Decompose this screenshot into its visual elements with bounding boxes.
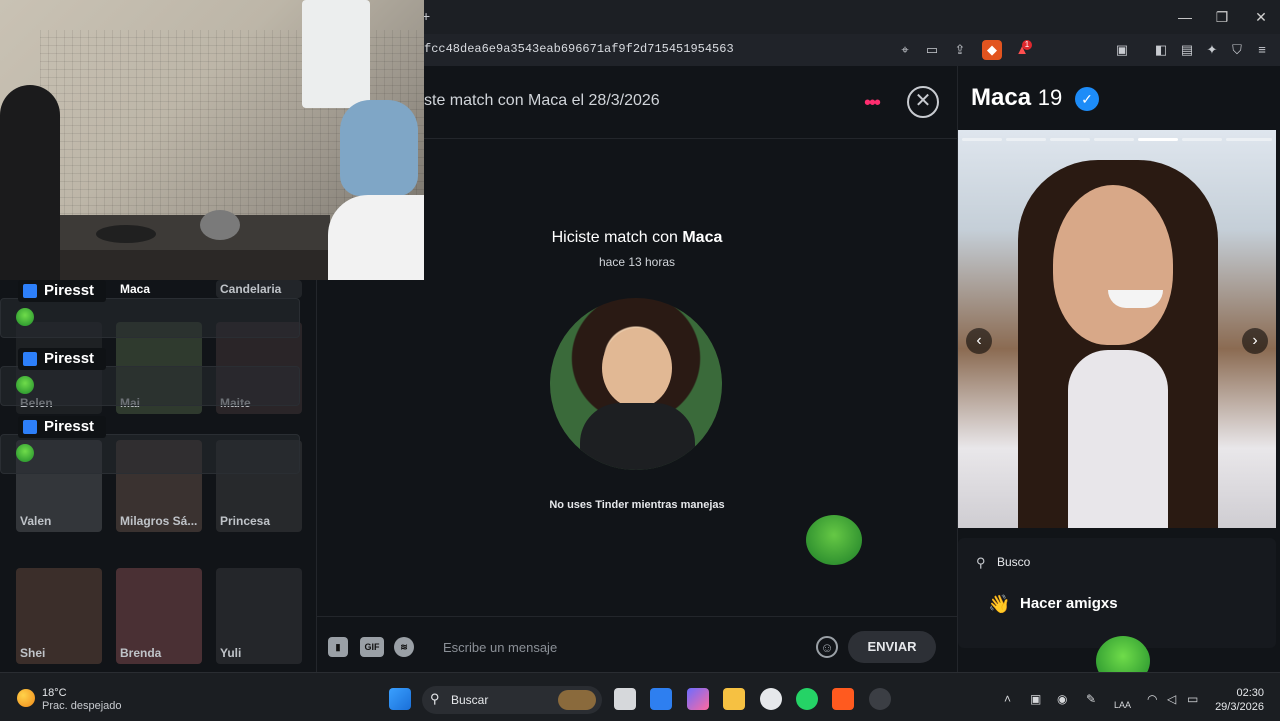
spotify-icon[interactable]: ≋ <box>394 637 414 657</box>
match-thumb[interactable]: Brenda <box>116 568 202 664</box>
chat-header-title: ste match con Maca el 28/3/2026 <box>424 92 660 109</box>
weather-temp[interactable]: 18°C <box>42 687 67 699</box>
profile-name: Maca 19 <box>971 84 1063 111</box>
leo-icon[interactable]: ✦ <box>1202 40 1222 60</box>
match-thumb[interactable]: Maca <box>116 280 202 298</box>
clock-time[interactable]: 02:30 <box>1228 687 1264 699</box>
restore-button[interactable]: ❐ <box>1211 6 1233 28</box>
profile-photo[interactable]: ‹ › <box>958 130 1276 528</box>
clock-date[interactable]: 29/3/2026 <box>1206 701 1264 713</box>
overlay-emote-icon <box>16 376 34 394</box>
looking-for-value: Hacer amigxs <box>1020 595 1118 612</box>
matches-sidebar: Maca Candelaria Belen Mai Maite Valen Mi… <box>0 280 317 672</box>
send-button[interactable]: ENVIAR <box>848 631 936 663</box>
tray-app-icon[interactable]: ✎ <box>1086 692 1096 706</box>
chevron-up-icon[interactable]: ˄ <box>1004 692 1011 706</box>
match-thumb[interactable]: Yuli <box>216 568 302 664</box>
wave-icon: 👋 <box>988 594 1011 614</box>
overlay-band <box>0 298 300 338</box>
battery-icon[interactable]: ▭ <box>1187 692 1198 706</box>
search-highlight-icon <box>558 690 596 710</box>
search-icon: ⚲ <box>976 555 986 570</box>
obs-icon[interactable] <box>869 688 891 710</box>
overlay-band <box>0 434 300 474</box>
match-thumb[interactable]: Shei <box>16 568 102 664</box>
brave-shield-icon[interactable]: ◆ <box>982 40 1002 60</box>
minimize-button[interactable]: — <box>1174 6 1196 28</box>
match-intro: Hiciste match con <box>551 229 683 246</box>
rewards-badge: 1 <box>1022 40 1032 50</box>
overlay-badge: Piresst <box>18 416 106 438</box>
tray-app-icon[interactable]: ◉ <box>1057 692 1067 706</box>
vpn-icon[interactable]: ⛉ <box>1227 40 1247 60</box>
more-options-icon[interactable]: ••• <box>864 92 881 115</box>
start-button[interactable] <box>389 688 411 710</box>
language-indicator[interactable]: LAA <box>1114 700 1131 710</box>
sticker-overlay <box>806 515 862 565</box>
looking-for-card: ⚲ Busco 👋 Hacer amigxs <box>958 538 1276 648</box>
wifi-icon[interactable]: ◠ <box>1147 692 1157 706</box>
cast-icon[interactable]: ▭ <box>922 40 942 60</box>
close-chat-button[interactable]: ✕ <box>907 86 939 118</box>
chatgpt-icon[interactable] <box>760 688 782 710</box>
menu-icon[interactable]: ≡ <box>1252 40 1272 60</box>
file-explorer-icon[interactable] <box>723 688 745 710</box>
verified-badge-icon: ✓ <box>1075 87 1099 111</box>
whatsapp-icon[interactable] <box>796 688 818 710</box>
tray-app-icon[interactable]: ▣ <box>1030 692 1041 706</box>
store-icon[interactable] <box>650 688 672 710</box>
taskbar-search[interactable]: ⚲ Buscar <box>422 686 602 714</box>
gif-button[interactable]: GIF <box>360 637 384 657</box>
message-input[interactable]: Escribe un mensaje <box>443 640 557 655</box>
emoji-icon[interactable]: ☺ <box>816 636 838 658</box>
share-icon[interactable]: ⇪ <box>950 40 970 60</box>
taskbar-search-label: Buscar <box>451 693 489 707</box>
photo-prev-button[interactable]: ‹ <box>966 328 992 354</box>
volume-icon[interactable]: ◁ <box>1167 692 1176 706</box>
location-icon[interactable]: ⌖ <box>895 40 915 60</box>
contact-card-icon[interactable]: ▮ <box>328 637 348 657</box>
task-view-icon[interactable] <box>614 688 636 710</box>
window-close-button[interactable]: ✕ <box>1250 6 1272 28</box>
match-name: Maca <box>682 229 723 246</box>
overlay-emote-icon <box>16 308 34 326</box>
match-avatar[interactable] <box>550 298 722 470</box>
weather-icon[interactable] <box>17 689 35 707</box>
looking-for-label: Busco <box>997 555 1031 569</box>
brave-icon[interactable] <box>832 688 854 710</box>
profile-age: 19 <box>1037 85 1063 110</box>
search-icon: ⚲ <box>430 691 440 706</box>
webcam-overlay <box>0 0 424 280</box>
overlay-band <box>0 366 300 406</box>
weather-desc[interactable]: Prac. despejado <box>42 700 122 712</box>
photo-next-button[interactable]: › <box>1242 328 1268 354</box>
wallet-icon[interactable]: ▤ <box>1177 40 1197 60</box>
safety-notice: No uses Tinder mientras manejas <box>549 499 725 511</box>
reader-icon[interactable]: ▣ <box>1112 40 1132 60</box>
overlay-badge: Piresst <box>18 280 106 302</box>
sidebar-icon[interactable]: ◧ <box>1151 40 1171 60</box>
copilot-icon[interactable] <box>687 688 709 710</box>
url-field[interactable]: fcc48dea6e9a3543eab696671af9f2d715451954… <box>424 42 734 56</box>
match-thumb[interactable]: Candelaria <box>216 280 302 298</box>
overlay-emote-icon <box>16 444 34 462</box>
overlay-badge: Piresst <box>18 348 106 370</box>
